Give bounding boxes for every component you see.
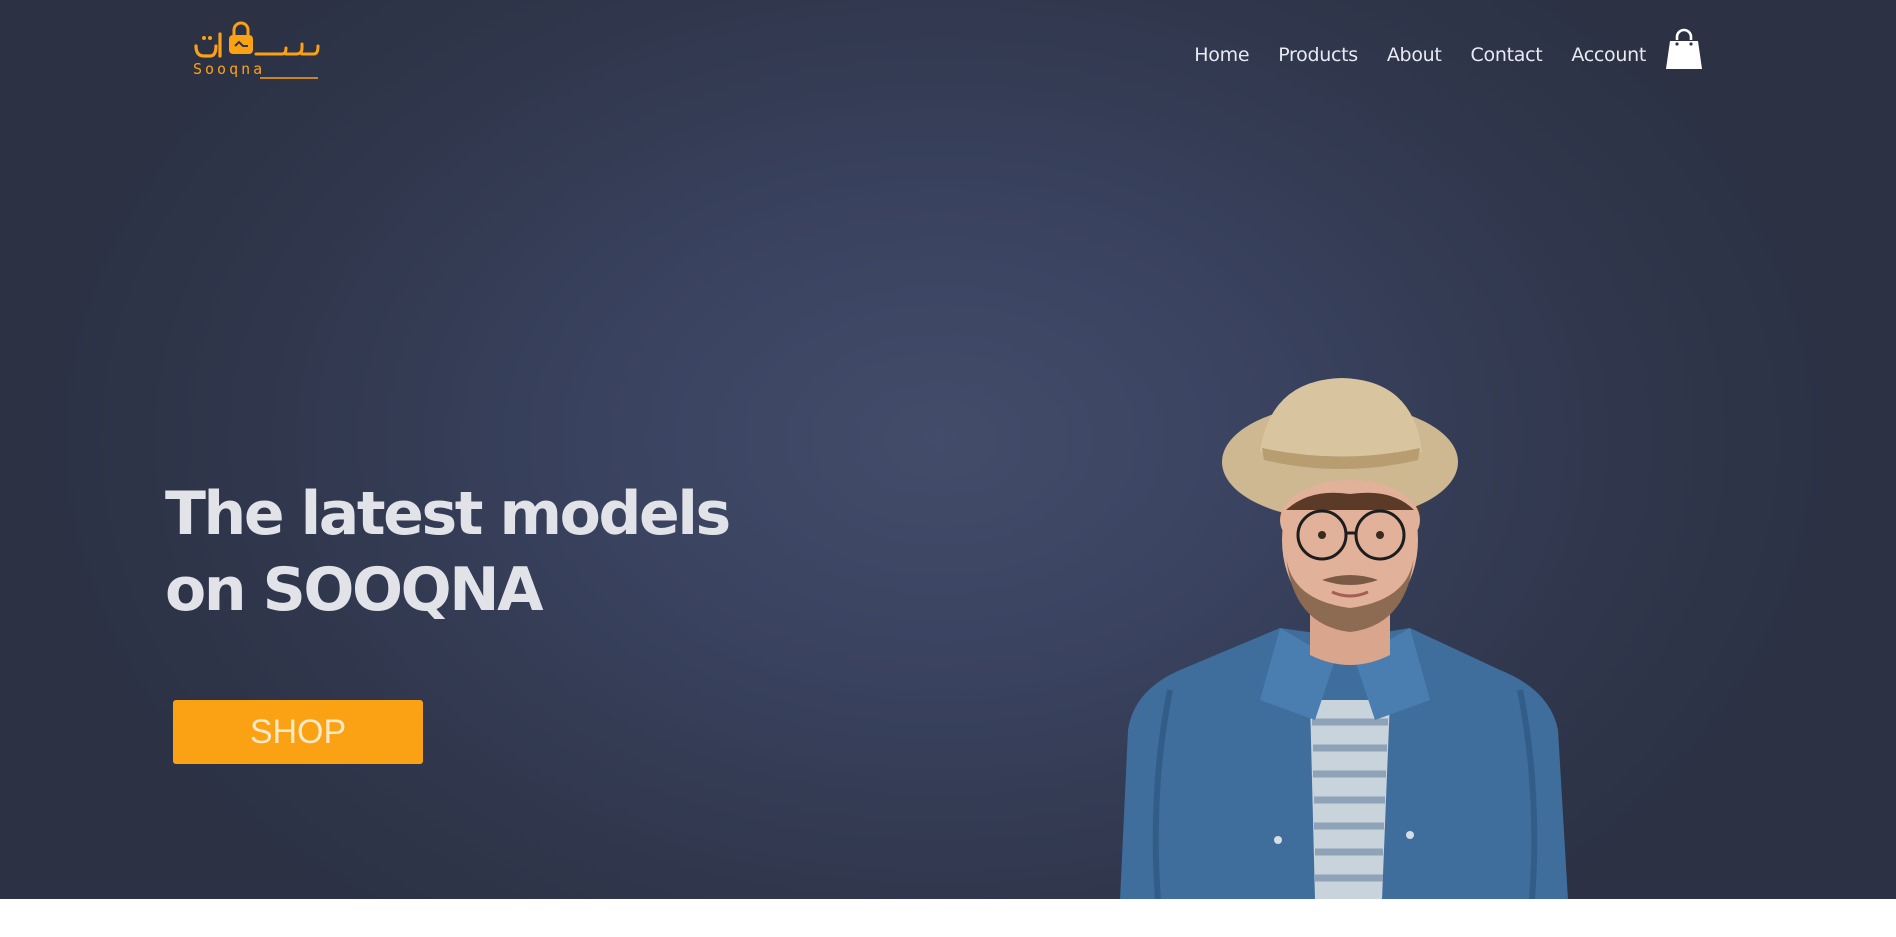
- hero-headline: The latest models on SOOQNA: [165, 476, 765, 628]
- logo-latin-text: Sooqna: [193, 60, 265, 78]
- hero-model-image: [1120, 378, 1568, 899]
- hero-section: Sooqna Home Products About Contact Accou…: [0, 0, 1896, 899]
- hero-headline-line2: on SOOQNA: [165, 555, 544, 625]
- shopping-bag-icon[interactable]: [1664, 28, 1704, 70]
- nav-products-link[interactable]: Products: [1278, 38, 1358, 72]
- nav-home-link[interactable]: Home: [1194, 38, 1249, 72]
- nav-account-link[interactable]: Account: [1571, 38, 1646, 72]
- hero-headline-line1: The latest models: [165, 479, 731, 549]
- page-bottom-strip: [0, 899, 1896, 937]
- sooqna-logo[interactable]: Sooqna: [190, 16, 320, 84]
- nav-about-link[interactable]: About: [1387, 38, 1442, 72]
- shop-button[interactable]: SHOP: [173, 700, 423, 764]
- main-nav: Home Products About Contact Account: [1165, 38, 1646, 72]
- nav-contact-link[interactable]: Contact: [1471, 38, 1543, 72]
